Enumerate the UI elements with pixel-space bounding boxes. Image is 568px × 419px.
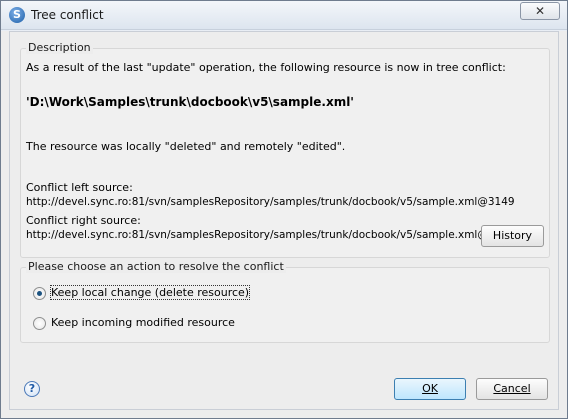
window-title: Tree conflict <box>31 8 104 22</box>
resolve-action-group: Please choose an action to resolve the c… <box>20 260 550 343</box>
resolve-legend: Please choose an action to resolve the c… <box>26 260 286 273</box>
title-bar: S Tree conflict ✕ <box>1 1 567 30</box>
dialog-body: Description As a result of the last "upd… <box>9 31 559 410</box>
ok-button[interactable]: OK <box>394 378 466 400</box>
right-source-url: http://devel.sync.ro:81/svn/samplesRepos… <box>26 229 515 241</box>
description-legend: Description <box>26 41 93 54</box>
ok-button-label: OK <box>422 382 438 395</box>
history-button-label: History <box>492 229 533 242</box>
keep-incoming-label[interactable]: Keep incoming modified resource <box>51 316 235 329</box>
keep-local-label[interactable]: Keep local change (delete resource) <box>49 285 251 300</box>
cancel-button[interactable]: Cancel <box>476 378 548 400</box>
keep-incoming-radio[interactable] <box>33 317 46 330</box>
help-icon[interactable]: ? <box>24 381 40 397</box>
conflict-intro-text: As a result of the last "update" operati… <box>26 61 506 74</box>
description-group: Description As a result of the last "upd… <box>20 41 550 258</box>
right-source-label: Conflict right source: <box>26 214 141 227</box>
resource-path: 'D:\Work\Samples\trunk\docbook\v5\sample… <box>26 95 354 109</box>
close-button[interactable]: ✕ <box>520 2 560 20</box>
left-source-url: http://devel.sync.ro:81/svn/samplesRepos… <box>26 196 515 208</box>
dialog-window: S Tree conflict ✕ Description As a resul… <box>0 0 568 419</box>
keep-local-radio[interactable] <box>33 287 46 300</box>
left-source-label: Conflict left source: <box>26 181 133 194</box>
app-logo-icon: S <box>9 7 25 23</box>
conflict-status-text: The resource was locally "deleted" and r… <box>26 140 346 153</box>
history-button[interactable]: History <box>481 225 544 247</box>
cancel-button-label: Cancel <box>493 382 531 395</box>
